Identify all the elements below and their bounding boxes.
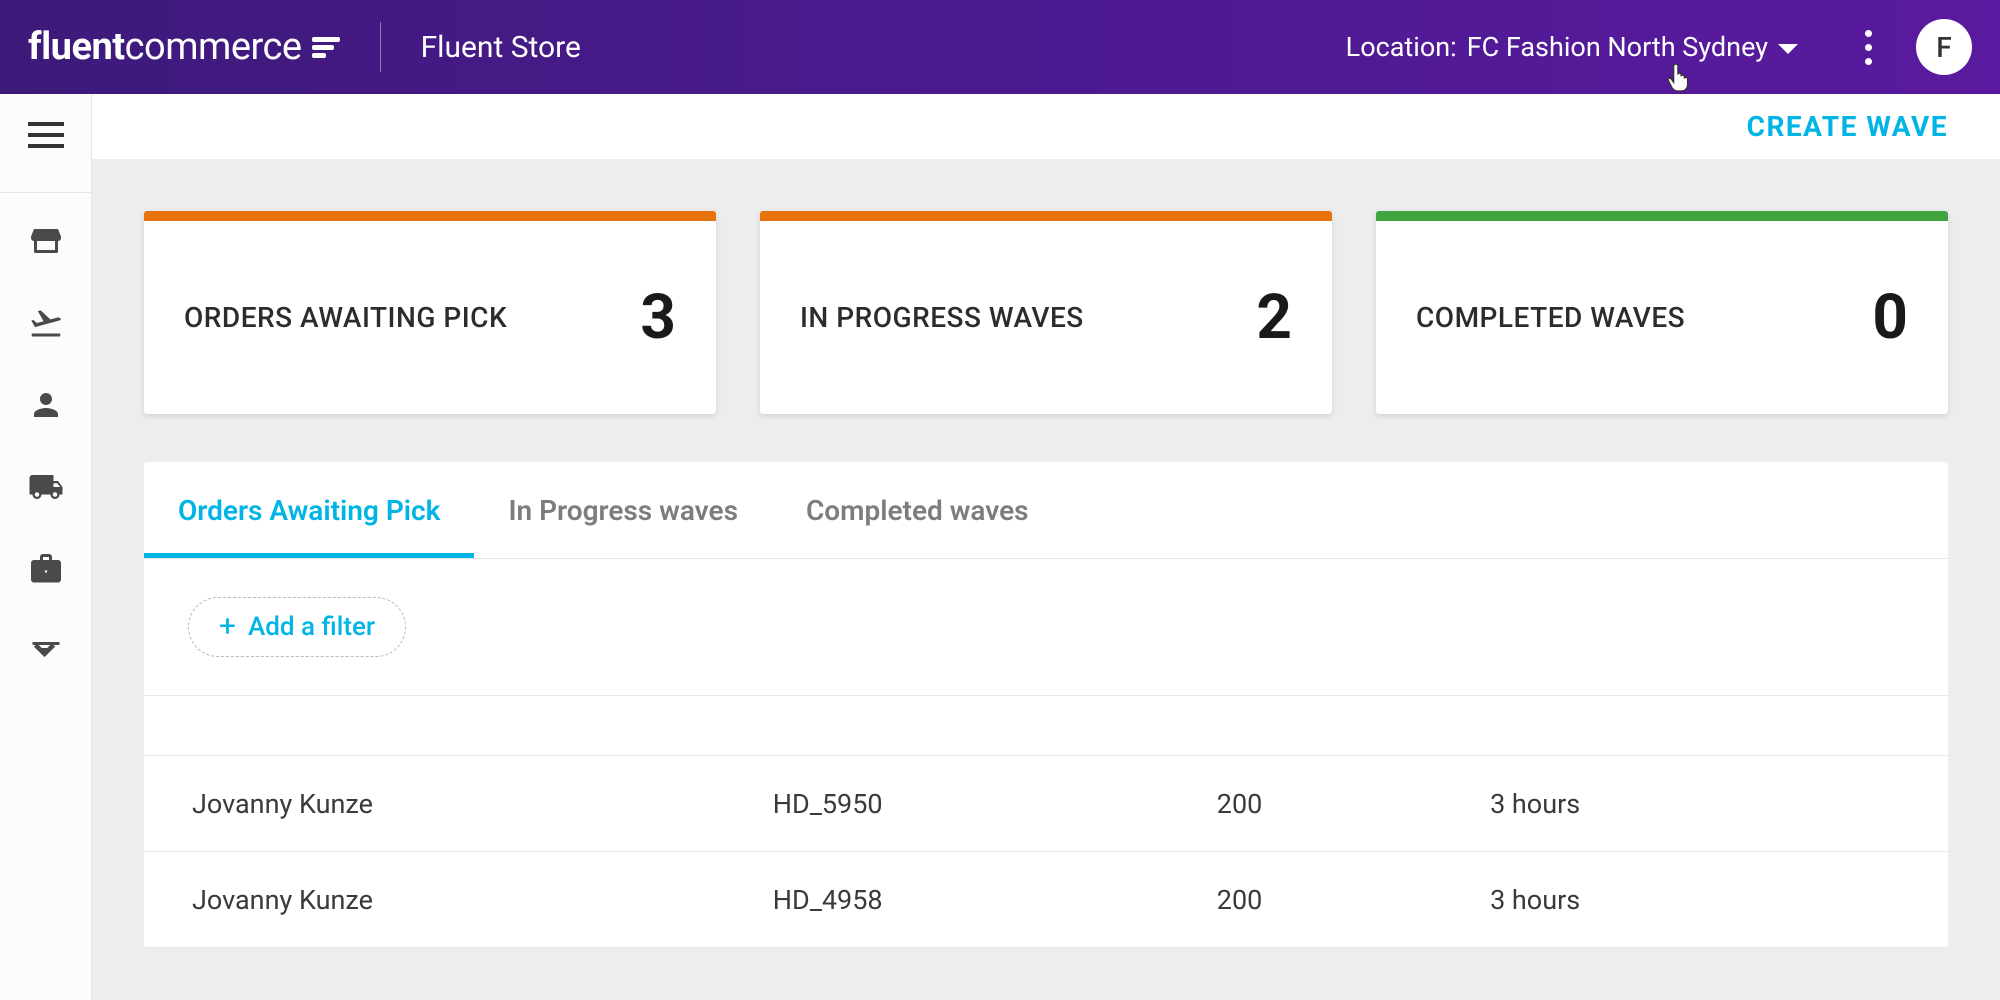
logo-text-light: commerce	[125, 25, 302, 69]
main-content: CREATE WAVE ORDERS AWAITING PICK 3 IN PR…	[92, 94, 2000, 1000]
card-label: COMPLETED WAVES	[1416, 301, 1685, 334]
card-value: 3	[640, 281, 676, 354]
create-wave-button[interactable]: CREATE WAVE	[1747, 110, 1948, 143]
card-label: ORDERS AWAITING PICK	[184, 301, 507, 334]
briefcase-icon[interactable]	[28, 551, 64, 587]
cell-qty: 200	[1217, 884, 1490, 916]
plus-icon: +	[219, 612, 236, 642]
menu-toggle-button[interactable]	[28, 122, 64, 148]
card-label: IN PROGRESS WAVES	[800, 301, 1084, 334]
logo-text-bold: fluent	[28, 25, 125, 69]
top-bar: fluentcommerce Fluent Store Location: FC…	[0, 0, 2000, 94]
card-orders-awaiting-pick[interactable]: ORDERS AWAITING PICK 3	[144, 211, 716, 414]
add-filter-button[interactable]: + Add a filter	[188, 597, 406, 657]
brand-logo: fluentcommerce	[28, 25, 340, 69]
cell-order-id: HD_5950	[773, 788, 1217, 820]
chevron-collapse-icon[interactable]	[28, 633, 64, 669]
card-value: 2	[1256, 281, 1292, 354]
card-completed-waves[interactable]: COMPLETED WAVES 0	[1376, 211, 1948, 414]
chevron-down-icon	[1778, 44, 1798, 54]
sidebar-divider	[0, 192, 91, 193]
table-header-row	[144, 696, 1948, 756]
table-row[interactable]: Jovanny Kunze HD_4958 200 3 hours	[144, 852, 1948, 948]
cell-qty: 200	[1217, 788, 1490, 820]
tab-orders-awaiting-pick[interactable]: Orders Awaiting Pick	[144, 462, 474, 558]
location-value: FC Fashion North Sydney	[1467, 31, 1768, 63]
store-name: Fluent Store	[421, 30, 581, 65]
cell-age: 3 hours	[1490, 884, 1900, 916]
tab-completed-waves[interactable]: Completed waves	[772, 462, 1063, 558]
logo-mark-icon	[312, 37, 340, 58]
cell-customer-name: Jovanny Kunze	[192, 884, 773, 916]
card-value: 0	[1872, 281, 1908, 354]
content-area: ORDERS AWAITING PICK 3 IN PROGRESS WAVES…	[92, 159, 2000, 1000]
more-menu-button[interactable]	[1848, 30, 1888, 65]
store-icon[interactable]	[28, 223, 64, 259]
table-row[interactable]: Jovanny Kunze HD_5950 200 3 hours	[144, 756, 1948, 852]
cursor-pointer-icon	[1666, 62, 1692, 92]
cell-age: 3 hours	[1490, 788, 1900, 820]
stat-cards-row: ORDERS AWAITING PICK 3 IN PROGRESS WAVES…	[144, 211, 1948, 414]
tab-in-progress-waves[interactable]: In Progress waves	[474, 462, 772, 558]
cell-customer-name: Jovanny Kunze	[192, 788, 773, 820]
action-bar: CREATE WAVE	[92, 94, 2000, 159]
avatar[interactable]: F	[1916, 19, 1972, 75]
arrivals-icon[interactable]	[28, 305, 64, 341]
orders-panel: Orders Awaiting Pick In Progress waves C…	[144, 462, 1948, 948]
tabs: Orders Awaiting Pick In Progress waves C…	[144, 462, 1948, 559]
location-selector[interactable]: Location: FC Fashion North Sydney	[1346, 31, 1798, 63]
filter-bar: + Add a filter	[144, 559, 1948, 696]
add-filter-label: Add a filter	[248, 612, 375, 642]
card-in-progress-waves[interactable]: IN PROGRESS WAVES 2	[760, 211, 1332, 414]
cell-order-id: HD_4958	[773, 884, 1217, 916]
location-label: Location:	[1346, 31, 1457, 63]
person-icon[interactable]	[28, 387, 64, 423]
sidebar	[0, 94, 92, 1000]
header-divider	[380, 22, 381, 72]
truck-icon[interactable]	[28, 469, 64, 505]
